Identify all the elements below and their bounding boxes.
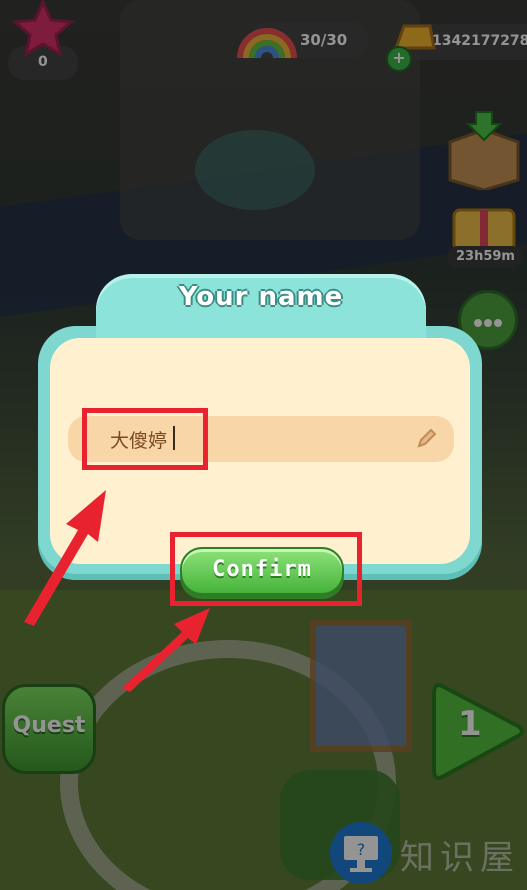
highlight-confirm-button <box>170 532 362 606</box>
arrow-to-name-input <box>18 486 118 628</box>
pencil-icon[interactable] <box>415 426 439 450</box>
highlight-name-input <box>82 408 208 470</box>
arrow-to-confirm <box>118 602 214 694</box>
dialog-title: Your name <box>178 282 344 312</box>
